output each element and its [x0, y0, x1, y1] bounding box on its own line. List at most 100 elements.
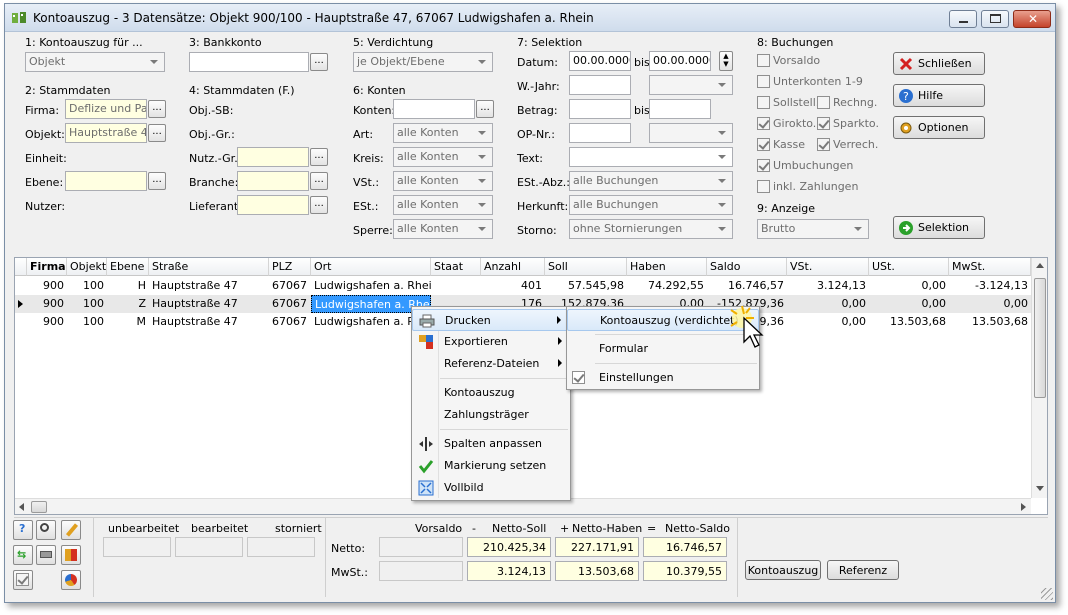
- grid-header-vst[interactable]: VSt.: [787, 258, 869, 276]
- menu-item-markierung-setzen[interactable]: Markierung setzen: [412, 455, 570, 477]
- scroll-up-icon[interactable]: [1036, 263, 1044, 268]
- refresh-small-button[interactable]: ⇆: [13, 545, 33, 565]
- herkunft-select[interactable]: alle Buchungen: [569, 195, 733, 215]
- datum-spinner[interactable]: ▲ ▼: [719, 51, 733, 71]
- branche-browse-button[interactable]: ...: [310, 172, 328, 190]
- minimize-button[interactable]: [949, 10, 977, 28]
- schliessen-button[interactable]: Schließen: [893, 52, 985, 75]
- sperre-select[interactable]: alle Konten: [393, 219, 493, 239]
- grid-header-saldo[interactable]: Saldo: [707, 258, 787, 276]
- menu-item-kontoauszug[interactable]: Kontoauszug: [412, 382, 570, 404]
- anzeige-select[interactable]: Brutto: [757, 219, 869, 239]
- hilfe-button[interactable]: ? Hilfe: [893, 84, 985, 107]
- grid-header-soll[interactable]: Soll: [545, 258, 627, 276]
- lieferant-field[interactable]: [237, 195, 309, 215]
- opnr-field[interactable]: [569, 123, 631, 143]
- close-window-button[interactable]: ✕: [1013, 10, 1051, 28]
- objekt-browse-button[interactable]: ...: [148, 124, 166, 142]
- table-row[interactable]: 900 100 H Hauptstraße 47 67067 Ludwigsha…: [15, 277, 1031, 295]
- help-small-button[interactable]: ?: [13, 520, 33, 540]
- resize-grip-icon[interactable]: [1041, 588, 1053, 600]
- opnr-select[interactable]: [649, 123, 733, 143]
- kreis-select[interactable]: alle Konten: [393, 147, 493, 167]
- verdichtung-select[interactable]: je Objekt/Ebene: [353, 52, 493, 72]
- menu-item-zahlungstraeger[interactable]: Zahlungsträger: [412, 404, 570, 426]
- datum-from-field[interactable]: 00.00.0000: [569, 51, 631, 71]
- firma-field[interactable]: Deflize und Part: [65, 99, 147, 119]
- kasse-checkbox[interactable]: [757, 138, 770, 151]
- betrag-bis-label: bis: [634, 104, 650, 117]
- nutzgr-field[interactable]: [237, 147, 309, 167]
- kontoauszug-button[interactable]: Kontoauszug: [745, 560, 821, 580]
- est-select[interactable]: alle Konten: [393, 195, 493, 215]
- grid-header-firma[interactable]: Firma: [27, 258, 67, 276]
- ebene-field[interactable]: [65, 171, 147, 191]
- menu-item-referenz-dateien[interactable]: Referenz-Dateien: [412, 353, 570, 375]
- inkl-zahlungen-label: inkl. Zahlungen: [773, 180, 859, 193]
- grid-header-plz[interactable]: PLZ: [269, 258, 311, 276]
- grid-header-mwst[interactable]: MwSt.: [949, 258, 1031, 276]
- grid-header-staat[interactable]: Staat: [431, 258, 481, 276]
- firma-browse-button[interactable]: ...: [148, 100, 166, 118]
- rechng-checkbox[interactable]: [817, 96, 830, 109]
- verrech-checkbox[interactable]: [817, 138, 830, 151]
- referenz-button[interactable]: Referenz: [827, 560, 899, 580]
- estabz-select[interactable]: alle Buchungen: [569, 171, 733, 191]
- kontoauszug-fuer-select[interactable]: Objekt: [25, 52, 165, 72]
- scroll-right-icon[interactable]: [1021, 503, 1026, 511]
- check-small-button[interactable]: [13, 570, 33, 590]
- unterkonten-checkbox[interactable]: [757, 75, 770, 88]
- grid-header-ust[interactable]: USt.: [869, 258, 949, 276]
- grid-header-haben[interactable]: Haben: [627, 258, 707, 276]
- grid-header-ebene[interactable]: Ebene: [107, 258, 149, 276]
- nutzgr-browse-button[interactable]: ...: [310, 148, 328, 166]
- sollstell-checkbox[interactable]: [757, 96, 770, 109]
- betrag-from-field[interactable]: [569, 99, 631, 119]
- bankkonto-browse-button[interactable]: ...: [310, 53, 328, 71]
- menu-item-spalten-anpassen[interactable]: Spalten anpassen: [412, 433, 570, 455]
- branche-field[interactable]: [237, 171, 309, 191]
- selektion-button[interactable]: Selektion: [893, 216, 985, 239]
- bankkonto-field[interactable]: [189, 52, 309, 72]
- grid-header-ort[interactable]: Ort: [311, 258, 431, 276]
- umbuchungen-checkbox[interactable]: [757, 159, 770, 172]
- horizontal-scroll-thumb[interactable]: [31, 501, 47, 513]
- edit-small-button[interactable]: [61, 520, 81, 540]
- lieferant-browse-button[interactable]: ...: [310, 196, 328, 214]
- scroll-left-icon[interactable]: [19, 503, 24, 511]
- chart-small-button[interactable]: [61, 570, 81, 590]
- print-small-button[interactable]: [36, 545, 56, 565]
- datum-to-field[interactable]: 00.00.0000: [649, 51, 711, 71]
- menu-item-exportieren[interactable]: Exportieren: [412, 331, 570, 353]
- objekt-field[interactable]: Hauptstraße 47,: [65, 123, 147, 143]
- vertical-scroll-thumb[interactable]: [1034, 278, 1046, 398]
- submenu-item-einstellungen[interactable]: Einstellungen: [567, 367, 759, 389]
- optionen-button[interactable]: Optionen: [893, 116, 985, 139]
- menu-item-vollbild[interactable]: Vollbild: [412, 477, 570, 499]
- vorsaldo-checkbox[interactable]: [757, 54, 770, 67]
- vst-select[interactable]: alle Konten: [393, 171, 493, 191]
- ebene-browse-button[interactable]: ...: [148, 172, 166, 190]
- nutzgr-label: Nutz.-Gr.:: [189, 152, 242, 165]
- vertical-scrollbar[interactable]: [1031, 258, 1047, 498]
- search-small-button[interactable]: [36, 520, 56, 540]
- art-select[interactable]: alle Konten: [393, 123, 493, 143]
- export-small-button[interactable]: [61, 545, 81, 565]
- konten-browse-button[interactable]: ...: [476, 100, 494, 118]
- storno-select[interactable]: ohne Stornierungen: [569, 219, 733, 239]
- wjahr-field[interactable]: [569, 75, 631, 95]
- wjahr-select[interactable]: [649, 75, 733, 95]
- title-bar[interactable]: Kontoauszug - 3 Datensätze: Objekt 900/1…: [5, 4, 1055, 32]
- grid-header-strasse[interactable]: Straße: [149, 258, 269, 276]
- maximize-button[interactable]: [981, 10, 1009, 28]
- grid-header-objekt[interactable]: Objekt: [67, 258, 107, 276]
- sparkto-checkbox[interactable]: [817, 117, 830, 130]
- betrag-to-field[interactable]: [649, 99, 711, 119]
- girokto-checkbox[interactable]: [757, 117, 770, 130]
- konten-field[interactable]: [393, 99, 475, 119]
- menu-item-drucken[interactable]: Drucken: [412, 309, 570, 331]
- text-select[interactable]: [569, 147, 733, 167]
- inkl-zahlungen-checkbox[interactable]: [757, 180, 770, 193]
- scroll-down-icon[interactable]: [1036, 486, 1044, 491]
- grid-header-anzahl[interactable]: Anzahl: [481, 258, 545, 276]
